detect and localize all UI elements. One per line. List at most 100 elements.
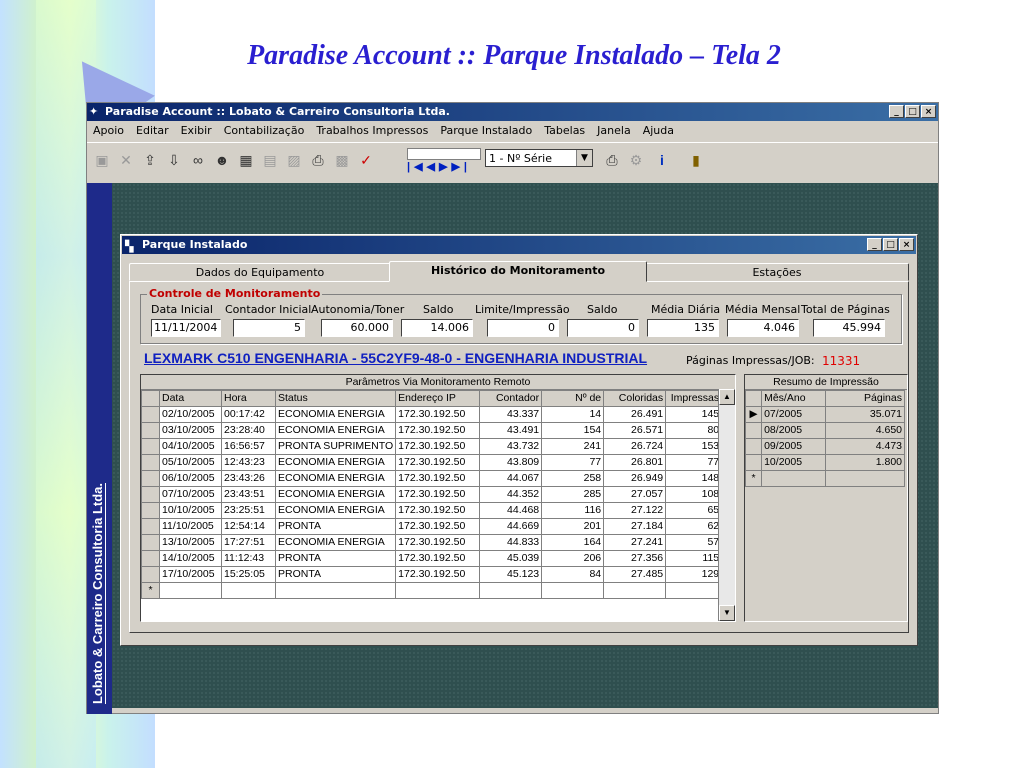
cell-coloridas[interactable]: 27.057 (603, 486, 667, 503)
cell-impressas[interactable]: 148 (665, 470, 723, 487)
cell-impressas[interactable]: 153 (665, 438, 723, 455)
cell-endereco-ip[interactable]: 172.30.192.50 (395, 470, 481, 487)
cell-hora[interactable]: 17:27:51 (221, 534, 276, 551)
row-selector[interactable] (141, 422, 160, 439)
cell-status[interactable]: ECONOMIA ENERGIA (274, 502, 397, 519)
menu-exibir[interactable]: Exibir (175, 121, 218, 141)
cell-data[interactable]: 05/10/2005 (159, 454, 222, 471)
tab-estacoes[interactable]: Estações (645, 263, 909, 281)
cell-status[interactable]: ECONOMIA ENERGIA (274, 486, 397, 503)
binoculars-icon[interactable]: ∞ (189, 151, 207, 169)
cell-numero[interactable]: 116 (541, 502, 605, 519)
cell-coloridas[interactable]: 27.485 (603, 566, 667, 583)
saldo-toner-field[interactable]: 14.006 (401, 319, 473, 337)
cell-contador[interactable]: 43.809 (479, 454, 543, 471)
cell-hora[interactable]: 23:28:40 (221, 422, 276, 439)
cell-impressas[interactable]: 65 (665, 502, 723, 519)
table-row[interactable]: 04/10/2005 16:56:57 PRONTA SUPRIMENTO 172.3… (141, 438, 723, 455)
cell-coloridas[interactable]: 26.571 (603, 422, 667, 439)
table-row[interactable]: 03/10/2005 23:28:40 ECONOMIA ENERGIA 172.30… (141, 422, 723, 439)
cell-endereco-ip[interactable]: 172.30.192.50 (395, 518, 481, 535)
table-row[interactable]: 13/10/2005 17:27:51 ECONOMIA ENERGIA 172.30… (141, 534, 723, 551)
row-selector[interactable] (141, 470, 160, 487)
cell-paginas[interactable]: 1.800 (825, 454, 905, 471)
col-endereco-ip[interactable]: Endereço IP (395, 390, 481, 407)
summary-row[interactable]: ▶ 07/2005 35.071 (745, 406, 905, 423)
cell-numero[interactable]: 164 (541, 534, 605, 551)
cell-numero[interactable]: 84 (541, 566, 605, 583)
menu-janela[interactable]: Janela (591, 121, 637, 141)
cell-endereco-ip[interactable]: 172.30.192.50 (395, 502, 481, 519)
export-icon[interactable]: ⇪ (141, 151, 159, 169)
row-selector[interactable] (745, 422, 763, 439)
cell-data[interactable]: 06/10/2005 (159, 470, 222, 487)
cell-numero[interactable]: 14 (541, 406, 605, 423)
cell-endereco-ip[interactable]: 172.30.192.50 (395, 486, 481, 503)
cell-hora[interactable]: 23:43:51 (221, 486, 276, 503)
cell-data[interactable]: 11/10/2005 (159, 518, 222, 535)
exit-door-icon[interactable]: ▮ (687, 151, 705, 169)
empty-cell[interactable] (603, 582, 667, 599)
empty-cell[interactable] (221, 582, 276, 599)
menu-parque-instalado[interactable]: Parque Instalado (434, 121, 538, 141)
scroll-down-icon[interactable]: ▼ (719, 605, 735, 621)
cell-contador[interactable]: 45.039 (479, 550, 543, 567)
col-impressas[interactable]: Impressas (665, 390, 723, 407)
vb-icon[interactable]: ✓ (357, 151, 375, 169)
cell-mes-ano[interactable]: 09/2005 (761, 438, 827, 455)
cell-hora[interactable]: 23:43:26 (221, 470, 276, 487)
tab-historico-monitoramento[interactable]: Histórico do Monitoramento (389, 261, 647, 282)
cell-hora[interactable]: 00:17:42 (221, 406, 276, 423)
cell-contador[interactable]: 44.669 (479, 518, 543, 535)
report-icon[interactable]: ▨ (285, 151, 303, 169)
menu-tabelas[interactable]: Tabelas (538, 121, 591, 141)
cell-status[interactable]: PRONTA (274, 550, 397, 567)
empty-cell[interactable] (761, 470, 827, 487)
summary-row[interactable]: 08/2005 4.650 (745, 422, 905, 439)
cell-endereco-ip[interactable]: 172.30.192.50 (395, 566, 481, 583)
cell-endereco-ip[interactable]: 172.30.192.50 (395, 406, 481, 423)
summary-row[interactable]: 09/2005 4.473 (745, 438, 905, 455)
cell-paginas[interactable]: 35.071 (825, 406, 905, 423)
cell-impressas[interactable]: 57 (665, 534, 723, 551)
cell-endereco-ip[interactable]: 172.30.192.50 (395, 422, 481, 439)
col-coloridas[interactable]: Coloridas (603, 390, 667, 407)
data-inicial-field[interactable]: 11/11/2004 (151, 319, 221, 337)
table-row[interactable]: 14/10/2005 11:12:43 PRONTA 172.30.192.50 45.… (141, 550, 723, 567)
table-row[interactable]: 02/10/2005 00:17:42 ECONOMIA ENERGIA 172.30… (141, 406, 723, 423)
cell-numero[interactable]: 206 (541, 550, 605, 567)
monitoring-grid[interactable]: Parâmetros Via Monitoramento Remoto Data… (140, 374, 736, 622)
row-selector[interactable] (141, 406, 160, 423)
summary-row[interactable]: 10/2005 1.800 (745, 454, 905, 471)
cell-contador[interactable]: 45.123 (479, 566, 543, 583)
summary-new-row[interactable]: * (745, 470, 905, 487)
users-icon[interactable]: ☻ (213, 151, 231, 169)
cell-impressas[interactable]: 115 (665, 550, 723, 567)
delete-icon[interactable]: ✕ (117, 151, 135, 169)
cell-data[interactable]: 07/10/2005 (159, 486, 222, 503)
maximize-button[interactable]: □ (905, 105, 920, 118)
table-row[interactable]: 05/10/2005 12:43:23 ECONOMIA ENERGIA 172.30… (141, 454, 723, 471)
cell-mes-ano[interactable]: 07/2005 (761, 406, 827, 423)
cell-data[interactable]: 17/10/2005 (159, 566, 222, 583)
cell-contador[interactable]: 44.833 (479, 534, 543, 551)
cell-hora[interactable]: 15:25:05 (221, 566, 276, 583)
table-row[interactable]: 06/10/2005 23:43:26 ECONOMIA ENERGIA 172.30… (141, 470, 723, 487)
cell-data[interactable]: 13/10/2005 (159, 534, 222, 551)
device-title-link[interactable]: LEXMARK C510 ENGENHARIA - 55C2YF9-48-0 -… (144, 350, 647, 366)
col-status[interactable]: Status (274, 390, 397, 407)
row-selector[interactable] (141, 518, 160, 535)
row-selector[interactable] (141, 534, 160, 551)
col-hora[interactable]: Hora (221, 390, 276, 407)
menu-contabilizacao[interactable]: Contabilização (218, 121, 311, 141)
cell-data[interactable]: 14/10/2005 (159, 550, 222, 567)
empty-cell[interactable] (395, 582, 481, 599)
cell-coloridas[interactable]: 26.801 (603, 454, 667, 471)
cell-hora[interactable]: 12:43:23 (221, 454, 276, 471)
cell-data[interactable]: 10/10/2005 (159, 502, 222, 519)
total-paginas-field[interactable]: 45.994 (813, 319, 885, 337)
cell-hora[interactable]: 12:54:14 (221, 518, 276, 535)
saldo-impressao-field[interactable]: 0 (567, 319, 639, 337)
record-navigator[interactable]: |◀◀▶▶| (407, 148, 481, 174)
menu-editar[interactable]: Editar (130, 121, 175, 141)
